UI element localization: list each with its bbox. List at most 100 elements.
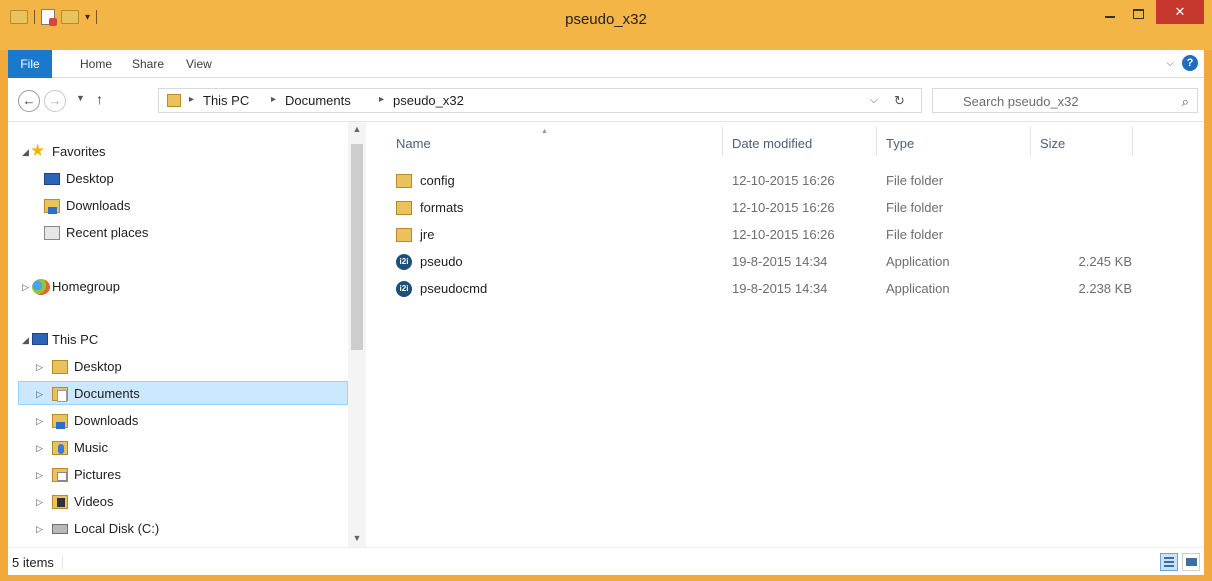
expand-arrow-icon[interactable]: ▷ xyxy=(36,517,43,541)
column-header-date[interactable]: Date modified xyxy=(732,136,812,151)
star-icon: ★ xyxy=(30,141,46,160)
music-folder-icon xyxy=(52,441,68,455)
nav-item-recent-places[interactable]: Recent places xyxy=(8,221,338,245)
file-name: config xyxy=(420,173,455,188)
tab-file[interactable]: File xyxy=(8,50,52,78)
title-bar[interactable]: ▾ pseudo_x32 ✕ xyxy=(0,0,1212,50)
expand-ribbon-icon[interactable]: ⌵ xyxy=(1166,58,1174,69)
column-header-size[interactable]: Size xyxy=(1040,136,1065,151)
search-icon[interactable]: ⌕ xyxy=(1182,94,1189,110)
expand-arrow-icon[interactable]: ▷ xyxy=(36,490,43,514)
search-box[interactable]: Search pseudo_x32 ⌕ xyxy=(932,88,1198,113)
computer-icon xyxy=(32,333,48,345)
breadcrumb-chevron-icon[interactable]: ▸ xyxy=(189,94,194,105)
table-row[interactable]: jre 12-10-2015 16:26 File folder xyxy=(366,222,1204,248)
nav-item-this-pc[interactable]: ◢ This PC xyxy=(8,328,338,352)
expand-arrow-icon[interactable]: ▷ xyxy=(36,436,43,460)
close-button[interactable]: ✕ xyxy=(1156,0,1204,24)
desktop-folder-icon xyxy=(52,360,68,374)
column-header-name[interactable]: Name xyxy=(396,136,431,151)
scroll-up-icon[interactable]: ▲ xyxy=(348,124,366,134)
table-row[interactable]: formats 12-10-2015 16:26 File folder xyxy=(366,195,1204,221)
hard-drive-icon xyxy=(52,524,68,534)
address-dropdown-icon[interactable]: ⌵ xyxy=(870,95,878,106)
breadcrumb-chevron-icon[interactable]: ▸ xyxy=(271,94,276,105)
tab-share[interactable]: Share xyxy=(122,50,174,78)
nav-item-videos[interactable]: ▷ Videos xyxy=(8,490,338,514)
explorer-window: ▾ pseudo_x32 ✕ File Home Share View ⌵ ? … xyxy=(0,0,1212,581)
tab-view[interactable]: View xyxy=(176,50,222,78)
folder-icon xyxy=(396,201,412,215)
nav-item-music[interactable]: ▷ Music xyxy=(8,436,338,460)
file-type: File folder xyxy=(886,227,944,242)
file-type: File folder xyxy=(886,200,944,215)
column-divider[interactable] xyxy=(1030,126,1031,156)
file-list: ▲ Name Date modified Type Size config 12… xyxy=(366,122,1204,547)
column-divider[interactable] xyxy=(876,126,877,156)
file-size: 2.238 KB xyxy=(1078,281,1133,296)
large-icons-view-icon[interactable] xyxy=(1182,553,1200,571)
nav-item-desktop[interactable]: ▷ Desktop xyxy=(8,355,338,379)
nav-item-local-disk[interactable]: ▷ Local Disk (C:) xyxy=(8,517,338,541)
tab-home[interactable]: Home xyxy=(70,50,122,78)
table-row[interactable]: config 12-10-2015 16:26 File folder xyxy=(366,168,1204,194)
details-view-icon[interactable] xyxy=(1160,553,1178,571)
expand-arrow-icon[interactable]: ▷ xyxy=(22,275,29,299)
nav-item-favorites[interactable]: ◢ ★ Favorites xyxy=(8,140,338,164)
nav-item-label: Local Disk (C:) xyxy=(74,521,160,536)
file-size: 2.245 KB xyxy=(1078,254,1133,269)
file-type: File folder xyxy=(886,173,944,188)
refresh-icon[interactable]: ↻ xyxy=(894,93,905,109)
nav-item-label: Pictures xyxy=(74,467,121,482)
table-row[interactable]: i2i pseudo 19-8-2015 14:34 Application 2… xyxy=(366,249,1204,275)
column-header-type[interactable]: Type xyxy=(886,136,914,151)
column-divider[interactable] xyxy=(722,126,723,156)
nav-item-pictures[interactable]: ▷ Pictures xyxy=(8,463,338,487)
expand-arrow-icon[interactable]: ▷ xyxy=(36,382,43,406)
nav-item-label: Documents xyxy=(74,386,140,401)
file-type: Application xyxy=(886,254,950,269)
minimize-button[interactable] xyxy=(1096,0,1124,28)
nav-item-label: Downloads xyxy=(66,198,131,213)
navigation-scrollbar[interactable]: ▲ ▼ xyxy=(348,122,366,547)
file-name: formats xyxy=(420,200,464,215)
breadcrumb-pseudo-x32[interactable]: pseudo_x32 xyxy=(393,93,464,108)
nav-item-homegroup[interactable]: ▷ Homegroup xyxy=(8,275,338,299)
item-count: 5 items xyxy=(8,555,63,570)
ribbon-controls: ⌵ ? xyxy=(1166,55,1198,71)
recent-locations-icon[interactable]: ▼ xyxy=(76,93,85,103)
expand-arrow-icon[interactable]: ▷ xyxy=(36,409,43,433)
maximize-button[interactable] xyxy=(1124,0,1152,28)
nav-item-favorites-downloads[interactable]: Downloads xyxy=(8,194,338,218)
back-button[interactable]: ← xyxy=(18,90,40,112)
nav-item-favorites-desktop[interactable]: Desktop xyxy=(8,167,338,191)
breadcrumb-documents[interactable]: Documents xyxy=(285,93,351,108)
file-name: pseudo xyxy=(420,254,463,269)
help-icon[interactable]: ? xyxy=(1182,55,1198,71)
column-divider[interactable] xyxy=(1132,126,1133,156)
file-name: jre xyxy=(420,227,435,242)
nav-item-downloads[interactable]: ▷ Downloads xyxy=(8,409,338,433)
expand-arrow-icon[interactable]: ▷ xyxy=(36,463,43,487)
breadcrumb-chevron-icon[interactable]: ▸ xyxy=(379,94,384,105)
downloads-folder-icon xyxy=(52,414,68,429)
folder-icon xyxy=(167,94,181,107)
scroll-thumb[interactable] xyxy=(351,144,363,350)
table-row[interactable]: i2i pseudocmd 19-8-2015 14:34 Applicatio… xyxy=(366,276,1204,302)
sort-ascending-icon: ▲ xyxy=(541,128,548,135)
collapse-arrow-icon[interactable]: ◢ xyxy=(22,140,29,164)
address-bar[interactable]: ▸ This PC ▸ Documents ▸ pseudo_x32 xyxy=(158,88,922,113)
up-arrow-icon[interactable]: ↑ xyxy=(96,91,103,107)
breadcrumb-this-pc[interactable]: This PC xyxy=(203,93,249,108)
forward-button[interactable]: → xyxy=(44,90,66,112)
nav-item-documents[interactable]: ▷ Documents xyxy=(18,381,348,405)
scroll-down-icon[interactable]: ▼ xyxy=(348,533,366,543)
nav-item-label: Music xyxy=(74,440,108,455)
collapse-arrow-icon[interactable]: ◢ xyxy=(22,328,29,352)
search-input[interactable]: Search pseudo_x32 xyxy=(963,94,1079,109)
expand-arrow-icon[interactable]: ▷ xyxy=(36,355,43,379)
navigation-pane: ◢ ★ Favorites Desktop Downloads Recent p… xyxy=(8,122,348,547)
application-icon: i2i xyxy=(396,254,412,270)
window-title: pseudo_x32 xyxy=(565,11,647,28)
ribbon-tabs: File Home Share View ⌵ ? xyxy=(8,50,1204,78)
